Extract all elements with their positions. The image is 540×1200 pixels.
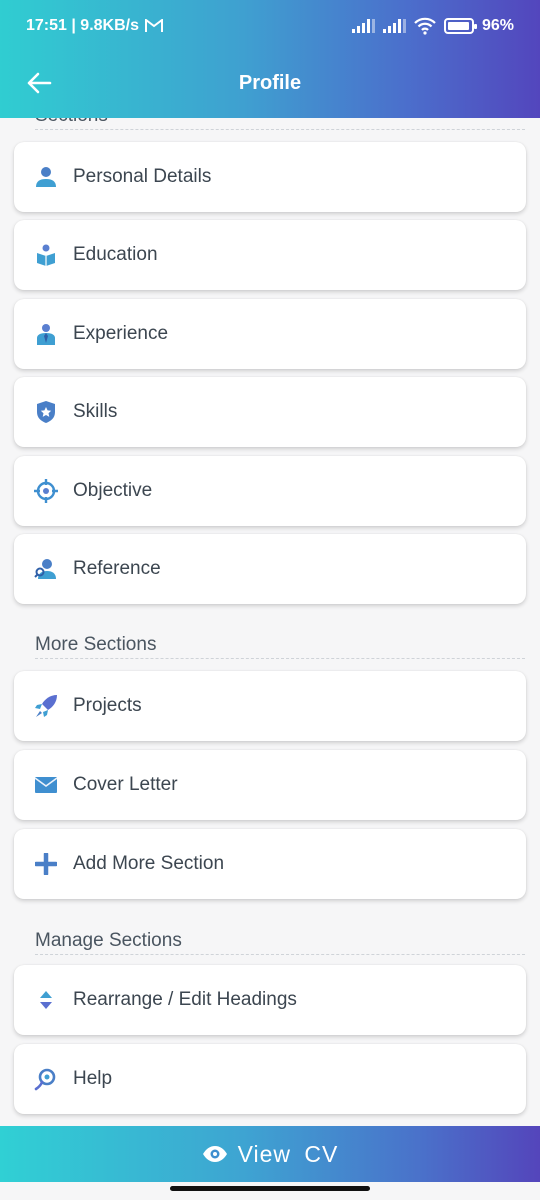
help-card[interactable]: Help [14,1044,526,1114]
signal-icon [382,19,406,33]
card-label: Add More Section [73,853,225,874]
battery-percent: 96% [481,17,514,34]
crosshair-icon [34,479,58,503]
objective-card[interactable]: Objective [14,456,526,526]
help-icon [34,1067,58,1091]
eye-icon [202,1146,227,1162]
profile-content[interactable]: Sections Personal Details Education Expe… [0,118,540,1126]
sort-arrows-icon [34,988,58,1012]
personal-details-card[interactable]: Personal Details [14,142,526,212]
divider [35,129,525,130]
rearrange-card[interactable]: Rearrange / Edit Headings [14,965,526,1035]
plus-icon [34,852,58,876]
more-sections-heading: More Sections [35,634,157,655]
signal-icon [351,19,375,33]
person-icon [34,165,58,189]
experience-card[interactable]: Experience [14,299,526,369]
top-app-bar: 17:51 | 9.8KB/s 96% Profile [0,0,540,118]
cover-letter-card[interactable]: Cover Letter [14,750,526,820]
card-label: Experience [73,323,169,344]
rocket-icon [34,694,58,718]
status-time-speed: 17:51 | 9.8KB/s [26,17,139,34]
card-label: Reference [73,558,161,579]
shield-star-icon [34,400,58,424]
envelope-icon [34,773,58,797]
reference-card[interactable]: Reference [14,534,526,604]
businessman-icon [34,322,58,346]
card-label: Skills [73,401,118,422]
home-indicator[interactable] [170,1186,370,1191]
book-reader-icon [34,243,58,267]
view-cv-label: View CV [237,1140,339,1167]
battery-icon [443,18,477,34]
back-arrow-icon[interactable] [26,70,52,96]
divider [35,954,525,955]
card-label: Rearrange / Edit Headings [73,989,297,1010]
add-more-section-card[interactable]: Add More Section [14,829,526,899]
divider [35,658,525,659]
skills-card[interactable]: Skills [14,377,526,447]
card-label: Help [73,1068,113,1089]
user-search-icon [34,557,58,581]
education-card[interactable]: Education [14,220,526,290]
status-bar: 17:51 | 9.8KB/s 96% [0,0,540,52]
card-label: Projects [73,695,142,716]
sections-heading: Sections [35,118,108,127]
card-label: Objective [73,480,153,501]
card-label: Personal Details [73,166,212,187]
projects-card[interactable]: Projects [14,671,526,741]
page-title: Profile [238,71,302,94]
wifi-icon [414,17,436,35]
manage-sections-heading: Manage Sections [35,930,182,951]
card-label: Education [73,244,158,265]
view-cv-button[interactable]: View CV [0,1126,540,1182]
card-label: Cover Letter [73,774,178,795]
gmail-icon [144,19,163,32]
